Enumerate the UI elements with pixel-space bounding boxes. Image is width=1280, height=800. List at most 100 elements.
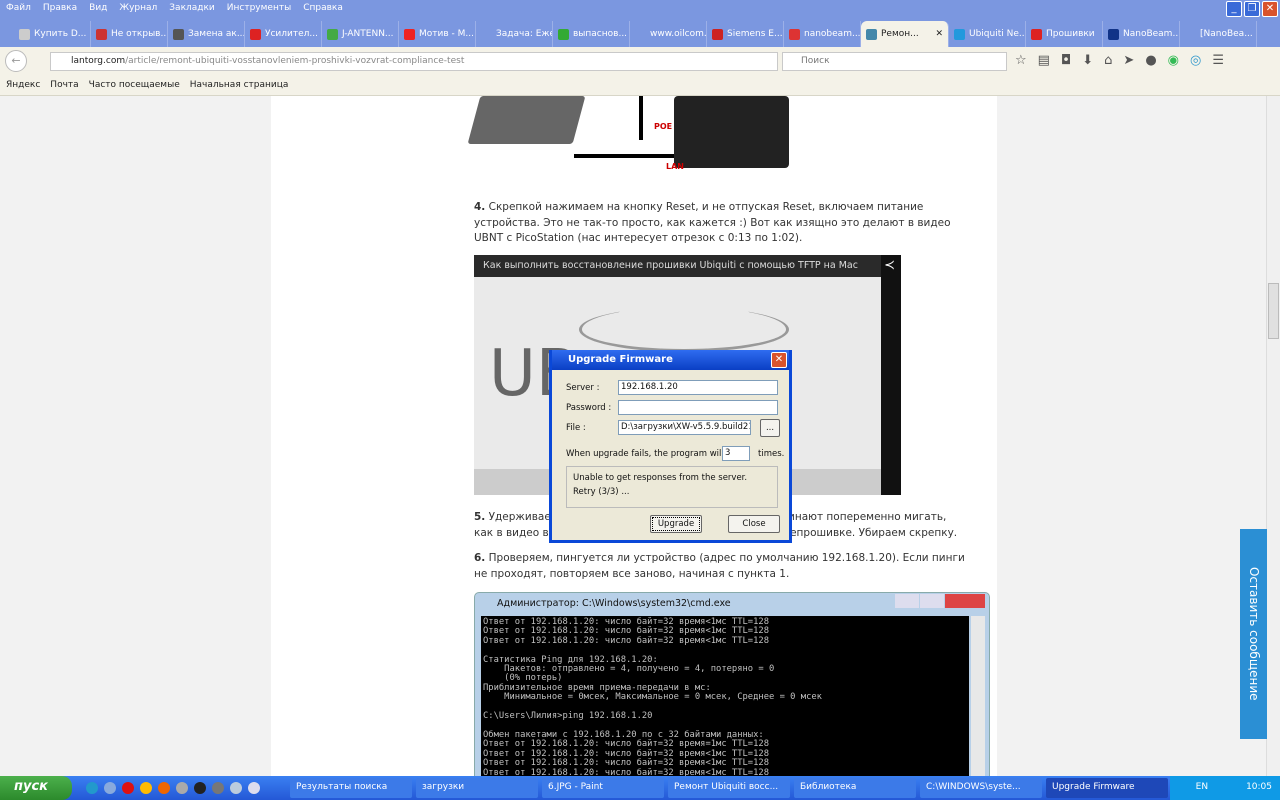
menu-help[interactable]: Справка [303, 3, 343, 14]
menu-file[interactable]: Файл [6, 3, 31, 14]
browser-tab[interactable]: Ремон... ✕ [861, 21, 949, 47]
taskbar-item[interactable]: загрузки [416, 778, 538, 798]
favicon-icon [1108, 29, 1119, 40]
cmd-close-button[interactable] [945, 594, 985, 608]
tab-close-icon[interactable]: ✕ [935, 29, 943, 39]
chat-icon[interactable]: ● [1145, 53, 1156, 68]
step-number: 5. [474, 511, 486, 523]
menu-bookmarks[interactable]: Закладки [169, 3, 215, 14]
browser-tab[interactable]: Мотив - М... [399, 21, 476, 47]
browser-tab[interactable]: Прошивки [1026, 21, 1103, 47]
dialog-title: Upgrade Firmware [568, 354, 673, 365]
taskbar-item[interactable]: C:\WINDOWS\syste... [920, 778, 1042, 798]
status-message: Unable to get responses from the server. [573, 473, 748, 483]
retry-count-stepper[interactable]: 3 [722, 446, 750, 461]
menu-icon[interactable]: ☰ [1212, 53, 1224, 68]
minimize-button[interactable]: _ [1226, 1, 1242, 17]
back-button[interactable]: ← [5, 50, 27, 72]
page-scrollbar[interactable] [1266, 96, 1280, 776]
taskbar-item[interactable]: 6.JPG - Paint [542, 778, 664, 798]
favicon-icon [954, 29, 965, 40]
upgrade-firmware-dialog: Upgrade Firmware ✕ Server : 192.168.1.20 … [549, 350, 792, 543]
retry-label: When upgrade fails, the program will ret… [566, 449, 747, 459]
search-input[interactable]: Поиск [782, 52, 1007, 71]
bookmark-star-icon[interactable]: ☆ [1015, 53, 1027, 68]
password-input[interactable] [618, 400, 778, 415]
lan-label: LAN [666, 162, 684, 171]
favicon-icon [96, 29, 107, 40]
home-icon[interactable]: ⌂ [1104, 53, 1112, 68]
browser-tab[interactable]: nanobeam... [784, 21, 861, 47]
upgrade-button[interactable]: Upgrade [650, 515, 702, 533]
taskbar-item[interactable]: Библиотека [794, 778, 916, 798]
app-icon[interactable] [230, 782, 242, 794]
tab-label: www.oilcom.sp... [650, 29, 707, 39]
browser-tab[interactable]: [NanoBea... [1180, 21, 1257, 47]
app-icon[interactable] [176, 782, 188, 794]
pocket-icon[interactable]: ◘ [1061, 53, 1071, 68]
start-button[interactable]: пуск [0, 776, 72, 800]
browser-tab[interactable]: Купить D... [14, 21, 91, 47]
menu-tools[interactable]: Инструменты [227, 3, 291, 14]
reading-list-icon[interactable]: ▤ [1038, 53, 1050, 68]
browser-tab[interactable]: Замена ак... [168, 21, 245, 47]
cmd-maximize-button[interactable] [920, 594, 944, 608]
cmd-scrollbar[interactable] [971, 616, 985, 776]
browser-tab[interactable]: Усилител... [245, 21, 322, 47]
ie-icon[interactable] [86, 782, 98, 794]
browser-tab[interactable]: NanoBeam... [1103, 21, 1180, 47]
language-indicator[interactable]: EN [1196, 782, 1208, 794]
favicon-icon [1185, 29, 1196, 40]
extension-icon[interactable]: ◉ [1168, 53, 1179, 68]
browser-tab[interactable]: выпаснов... [553, 21, 630, 47]
browser-tab[interactable]: Задача: Ежен... [476, 21, 553, 47]
browser-tab[interactable]: www.oilcom.sp... [630, 21, 707, 47]
firefox-icon[interactable] [158, 782, 170, 794]
chrome-icon[interactable] [140, 782, 152, 794]
navigation-bar: ← lantorg.com/article/remont-ubiquiti-vo… [0, 47, 1280, 75]
addon-icon[interactable]: ◎ [1190, 53, 1201, 68]
cmd-minimize-button[interactable] [895, 594, 919, 608]
tab-label: Не открыв... [111, 29, 168, 39]
menu-edit[interactable]: Правка [43, 3, 77, 14]
file-label: File : [566, 423, 586, 433]
send-icon[interactable]: ➤ [1123, 53, 1134, 68]
bookmark-yandex[interactable]: Яндекс [6, 80, 40, 90]
browser-tab[interactable]: J-ANTENN... [322, 21, 399, 47]
taskbar-item[interactable]: Результаты поиска [290, 778, 412, 798]
taskbar: пуск Результаты поиска загрузки 6.JPG - Pa… [0, 776, 1280, 800]
video-title[interactable]: Как выполнить восстановление прошивки Ub… [474, 255, 881, 277]
dialog-close-icon[interactable]: ✕ [771, 352, 787, 368]
tab-label: [NanoBea... [1200, 29, 1253, 39]
file-input[interactable]: D:\загрузки\XW-v5.5.9.build2173 [618, 420, 751, 435]
favicon-icon [19, 29, 30, 40]
download-icon[interactable]: ⬇ [1082, 53, 1093, 68]
feedback-widget[interactable]: Оставить сообщение [1240, 529, 1267, 739]
opera-icon[interactable] [122, 782, 134, 794]
dialog-close-button[interactable]: Close [728, 515, 780, 533]
quicklaunch-icon[interactable] [104, 782, 116, 794]
app-icon[interactable] [248, 782, 260, 794]
app-icon[interactable] [212, 782, 224, 794]
taskbar-item[interactable]: Upgrade Firmware [1046, 778, 1168, 798]
app-icon[interactable] [194, 782, 206, 794]
share-icon[interactable]: ≺ [884, 258, 895, 273]
taskbar-item[interactable]: Ремонт Ubiquiti восс... [668, 778, 790, 798]
menu-view[interactable]: Вид [89, 3, 107, 14]
browser-tab[interactable]: Siemens E... [707, 21, 784, 47]
cmd-window-controls [895, 594, 985, 608]
menu-history[interactable]: Журнал [119, 3, 157, 14]
restore-button[interactable]: ❐ [1244, 1, 1260, 17]
browser-tab[interactable]: Не открыв... [91, 21, 168, 47]
browse-button[interactable]: ... [760, 419, 780, 437]
bookmark-most-visited[interactable]: Часто посещаемые [89, 80, 180, 90]
bookmark-mail[interactable]: Почта [50, 80, 78, 90]
server-input[interactable]: 192.168.1.20 [618, 380, 778, 395]
browser-tab[interactable]: Ubiquiti Ne... [949, 21, 1026, 47]
close-button[interactable]: ✕ [1262, 1, 1278, 17]
scrollbar-thumb[interactable] [1268, 283, 1279, 339]
url-bar[interactable]: lantorg.com/article/remont-ubiquiti-voss… [50, 52, 778, 71]
bookmark-start-page[interactable]: Начальная страница [190, 80, 289, 90]
window-controls: _ ❐ ✕ [1226, 1, 1278, 17]
tab-label: Ubiquiti Ne... [969, 29, 1026, 39]
